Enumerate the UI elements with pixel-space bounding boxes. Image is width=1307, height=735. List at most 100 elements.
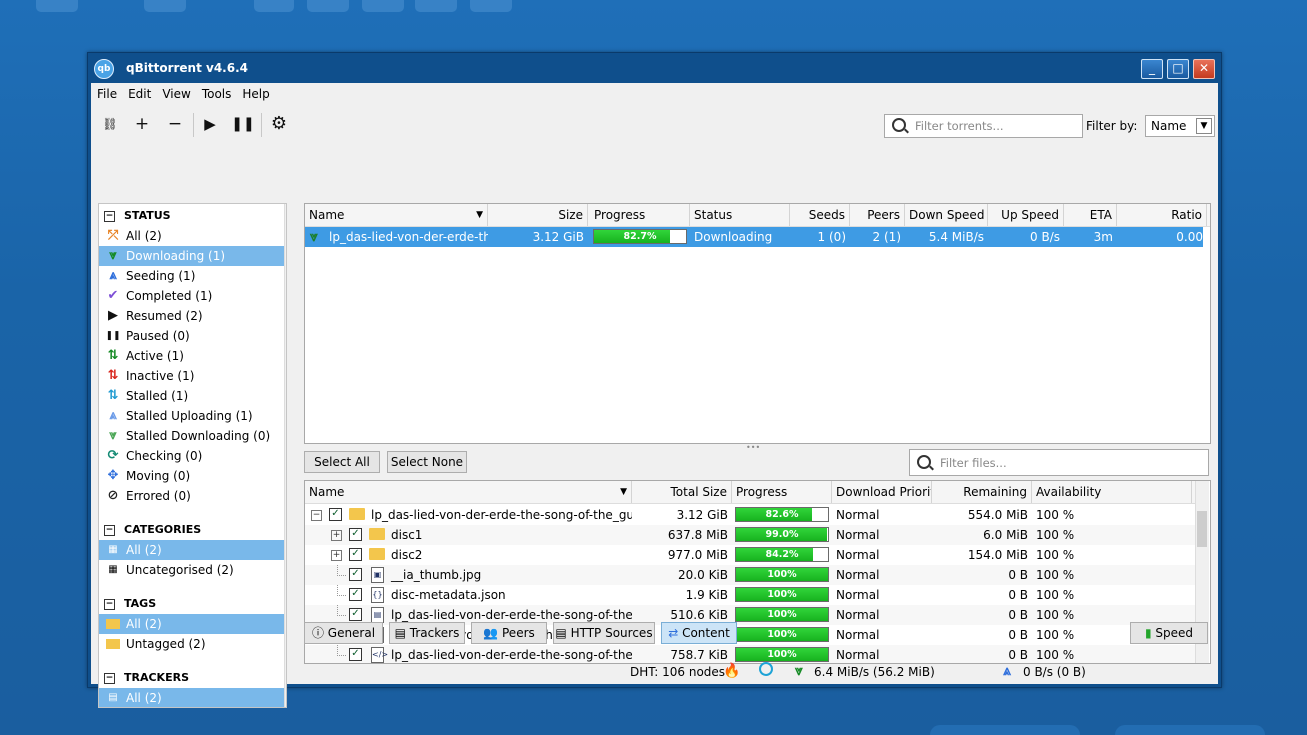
file-row[interactable]: ✓ ▣ __ia_thumb.jpg 20.0 KiB 100% Normal 0 B 100… [305, 565, 1195, 585]
status-filter-moving[interactable]: ✥ Moving (0) [99, 466, 284, 486]
file-checkbox[interactable]: ✓ [349, 608, 362, 621]
categories-header[interactable]: − CATEGORIES [99, 520, 284, 540]
column-header[interactable]: Ratio [1117, 204, 1207, 226]
column-header[interactable]: Up Speed [988, 204, 1064, 226]
expand-icon[interactable]: + [331, 530, 342, 541]
toolbar: ⛓ + − ▶ ❚❚ ⚙ Filter torrents... Filter b… [91, 107, 1218, 147]
column-header[interactable]: Availability [1032, 481, 1192, 503]
expand-icon[interactable]: + [331, 550, 342, 561]
torrent-row[interactable]: ⩔ lp_das-lied-von-der-erde-the-... 3.12 Gi… [305, 227, 1203, 247]
column-header[interactable]: Down Speed [905, 204, 988, 226]
collapse-icon[interactable]: − [311, 510, 322, 521]
file-checkbox[interactable]: ✓ [349, 528, 362, 541]
file-checkbox[interactable]: ✓ [329, 508, 342, 521]
tag-all[interactable]: All (2) [99, 614, 284, 634]
file-checkbox[interactable]: ✓ [349, 648, 362, 661]
desktop-decoration [307, 0, 349, 12]
tracker-all[interactable]: ▤ All (2) [99, 688, 284, 707]
column-header[interactable]: Remaining [932, 481, 1032, 503]
title-bar[interactable]: qb qBittorrent v4.6.4 _ □ ✕ [88, 53, 1221, 83]
chevron-down-icon: ▼ [1196, 118, 1212, 134]
file-checkbox[interactable]: ✓ [349, 568, 362, 581]
tab-peers[interactable]: 👥 Peers [471, 622, 547, 644]
scrollbar-thumb[interactable] [286, 216, 287, 466]
column-header[interactable]: Total Size [632, 481, 732, 503]
speed-limit-icon[interactable] [759, 662, 773, 676]
add-torrent-icon[interactable]: + [129, 111, 155, 137]
status-filter-paused[interactable]: ❚❚ Paused (0) [99, 326, 284, 346]
collapse-icon[interactable]: − [104, 211, 115, 222]
column-header[interactable]: Download Priority [832, 481, 932, 503]
column-header[interactable]: Progress [590, 204, 690, 226]
pause-icon[interactable]: ❚❚ [230, 111, 256, 137]
column-header-label: Remaining [963, 485, 1027, 499]
status-filter-checking[interactable]: ⟳ Checking (0) [99, 446, 284, 466]
close-button[interactable]: ✕ [1193, 59, 1215, 79]
status-filter-inactive[interactable]: ⇅ Inactive (1) [99, 366, 284, 386]
torrent-search-input[interactable]: Filter torrents... [884, 114, 1083, 138]
scrollbar-thumb[interactable] [1197, 511, 1207, 547]
select-all-button[interactable]: Select All [304, 451, 380, 473]
file-row[interactable]: ✓ {} disc-metadata.json 1.9 KiB 100% Normal 0 … [305, 585, 1195, 605]
add-torrent-link-icon[interactable]: ⛓ [97, 111, 123, 137]
tab-general[interactable]: ⓘ General [304, 622, 383, 644]
resume-icon[interactable]: ▶ [197, 111, 223, 137]
tag-untagged[interactable]: Untagged (2) [99, 634, 284, 654]
status-filter-errored[interactable]: ⊘ Errored (0) [99, 486, 284, 506]
collapse-icon[interactable]: − [104, 599, 115, 610]
collapse-icon[interactable]: − [104, 525, 115, 536]
status-filter-completed[interactable]: ✔ Completed (1) [99, 286, 284, 306]
remove-torrent-icon[interactable]: − [162, 111, 188, 137]
splitter-handle[interactable]: ••• [746, 443, 760, 452]
column-header[interactable]: ETA [1064, 204, 1117, 226]
tab-content[interactable]: ⇄ Content [661, 622, 737, 644]
trackers-icon: ▤ [394, 626, 410, 640]
column-header[interactable]: Name ▼ [305, 204, 488, 226]
category-all[interactable]: ▦ All (2) [99, 540, 284, 560]
column-header[interactable]: Peers [850, 204, 905, 226]
minimize-button[interactable]: _ [1141, 59, 1163, 79]
filter-by-select[interactable]: Name ▼ [1145, 115, 1215, 137]
column-header[interactable]: Seeds [790, 204, 850, 226]
file-search-input[interactable]: Filter files... [909, 449, 1209, 476]
status-filter-downloading[interactable]: ⩔ Downloading (1) [99, 246, 284, 266]
file-row[interactable]: − ✓ lp_das-lied-von-der-erde-the-song-of-t… [305, 505, 1195, 525]
menu-view[interactable]: View [156, 83, 195, 101]
category-uncategorised[interactable]: ▦ Uncategorised (2) [99, 560, 284, 580]
menu-tools[interactable]: Tools [196, 83, 237, 101]
menu-edit[interactable]: Edit [122, 83, 156, 101]
status-filter-active[interactable]: ⇅ Active (1) [99, 346, 284, 366]
completed-icon: ✔ [107, 288, 119, 303]
menu-file[interactable]: File [91, 83, 122, 101]
speed-label: Speed [1155, 626, 1194, 640]
file-priority: Normal [836, 528, 880, 542]
image-file-icon: ▣ [371, 567, 384, 583]
column-header[interactable]: Name ▼ [305, 481, 632, 503]
tab-http-sources[interactable]: ▤ HTTP Sources [553, 622, 655, 644]
file-checkbox[interactable]: ✓ [349, 588, 362, 601]
file-row[interactable]: + ✓ disc2 977.0 MiB 84.2% Normal 154.0 MiB 100 … [305, 545, 1195, 565]
menu-help[interactable]: Help [236, 83, 274, 101]
status-filter-all[interactable]: ⤱ All (2) [99, 226, 284, 246]
status-filter-stalled-uploading[interactable]: ⩓ Stalled Uploading (1) [99, 406, 284, 426]
column-header[interactable]: Size [488, 204, 588, 226]
status-filter-seeding[interactable]: ⩓ Seeding (1) [99, 266, 284, 286]
sidebar-scrollbar[interactable] [284, 204, 287, 707]
tags-header[interactable]: − TAGS [99, 594, 284, 614]
connection-status-icon[interactable]: 🔥 [723, 663, 740, 679]
tab-trackers[interactable]: ▤ Trackers [389, 622, 465, 644]
maximize-button[interactable]: □ [1167, 59, 1189, 79]
file-row[interactable]: + ✓ disc1 637.8 MiB 99.0% Normal 6.0 MiB 100 % [305, 525, 1195, 545]
options-gear-icon[interactable]: ⚙ [266, 111, 292, 137]
status-filter-resumed[interactable]: ▶ Resumed (2) [99, 306, 284, 326]
column-header[interactable]: Progress [732, 481, 832, 503]
json-file-icon: {} [371, 587, 384, 603]
column-header[interactable]: Status [690, 204, 790, 226]
file-checkbox[interactable]: ✓ [349, 548, 362, 561]
status-header[interactable]: − STATUS [99, 206, 284, 226]
status-filter-stalled-downloading[interactable]: ⩔ Stalled Downloading (0) [99, 426, 284, 446]
column-header-label: Seeds [808, 208, 845, 222]
speed-button[interactable]: ▮ Speed [1130, 622, 1208, 644]
status-filter-stalled[interactable]: ⇅ Stalled (1) [99, 386, 284, 406]
select-none-button[interactable]: Select None [387, 451, 467, 473]
